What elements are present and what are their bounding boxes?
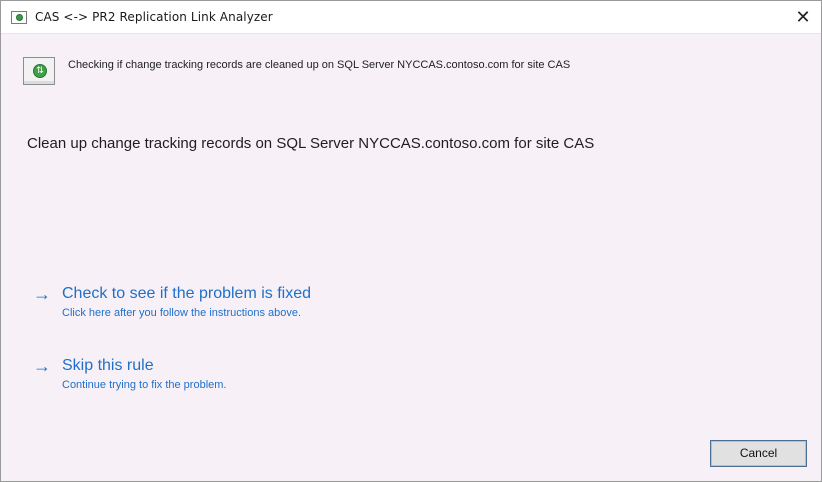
skip-link-description: Continue trying to fix the problem.: [62, 379, 227, 391]
sync-icon: ⇅: [33, 64, 47, 78]
close-icon: ✕: [795, 7, 811, 28]
check-problem-fixed-link[interactable]: → Check to see if the problem is fixed C…: [33, 284, 373, 324]
skip-link-label: Skip this rule: [62, 357, 154, 374]
instruction-text: Clean up change tracking records on SQL …: [27, 135, 595, 152]
replication-status-icon: ⇅: [23, 57, 55, 85]
window-title: CAS <-> PR2 Replication Link Analyzer: [35, 10, 273, 24]
arrow-right-icon: →: [33, 284, 51, 304]
check-link-description: Click here after you follow the instruct…: [62, 307, 302, 319]
skip-rule-link[interactable]: → Skip this rule Continue trying to fix …: [33, 356, 293, 396]
title-bar: CAS <-> PR2 Replication Link Analyzer ✕: [1, 1, 821, 34]
arrow-right-icon: →: [33, 356, 51, 376]
app-icon: [11, 11, 27, 24]
check-link-label: Check to see if the problem is fixed: [62, 285, 312, 302]
cancel-button[interactable]: Cancel: [710, 440, 807, 467]
status-text: Checking if change tracking records are …: [68, 59, 571, 71]
app-icon-dot: [16, 14, 23, 21]
close-button[interactable]: ✕: [789, 5, 817, 31]
dialog-window: CAS <-> PR2 Replication Link Analyzer ✕ …: [0, 0, 822, 482]
